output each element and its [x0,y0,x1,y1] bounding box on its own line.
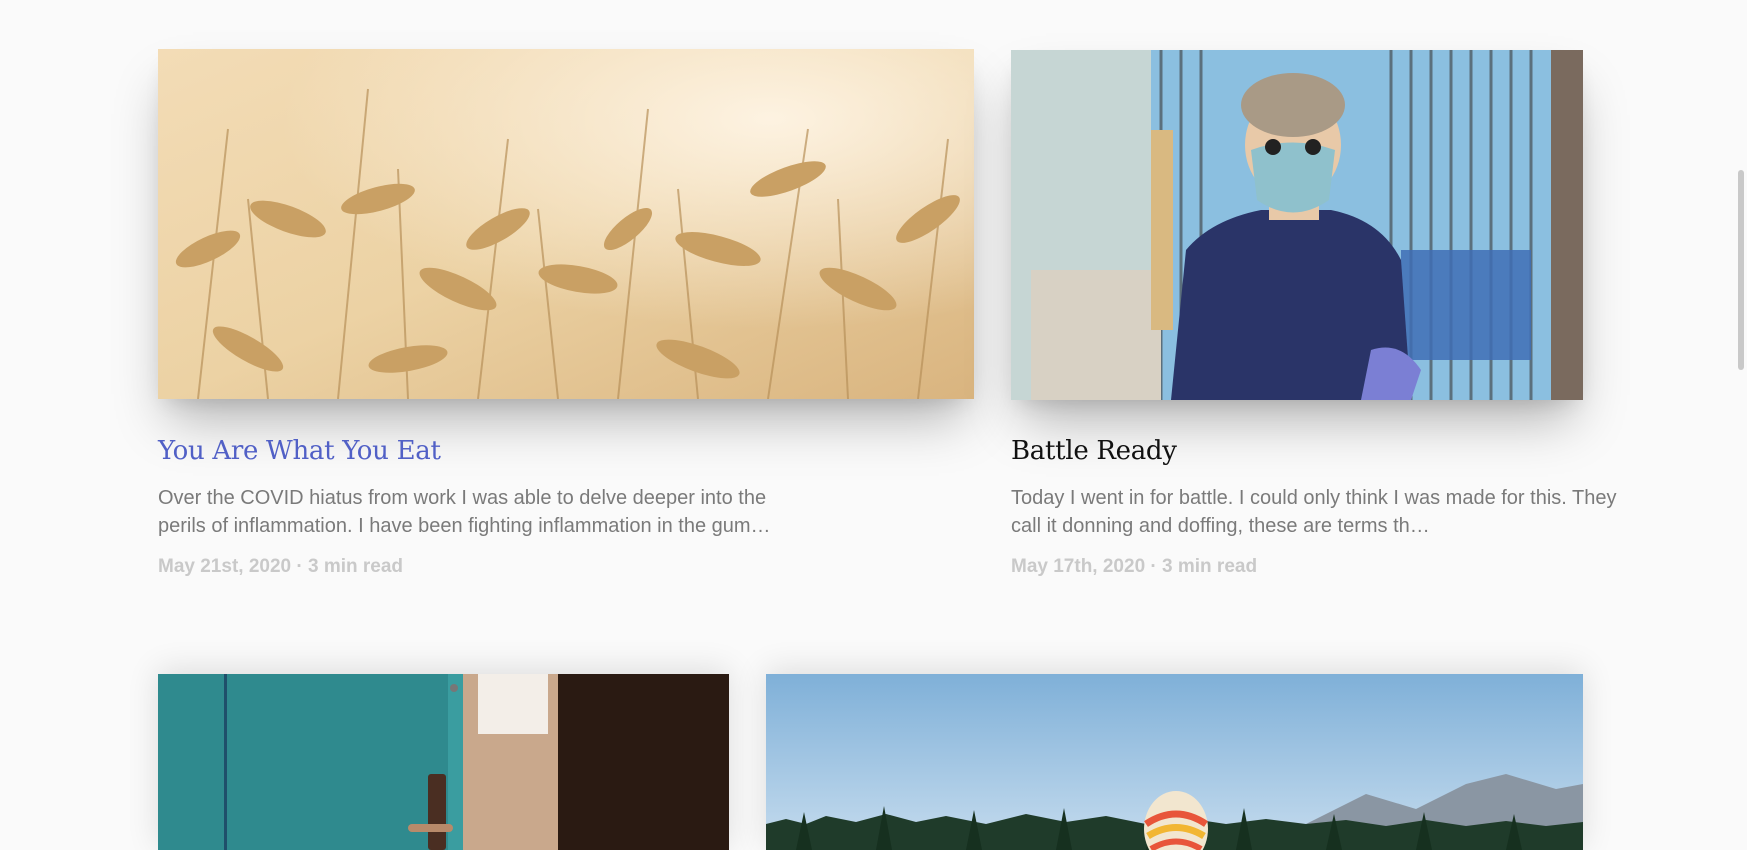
article-title[interactable]: Battle Ready [1011,436,1177,466]
meta-separator: · [1150,556,1157,577]
dental-clinician-in-ppe-photo [1011,50,1583,400]
article-meta: May 21st, 2020 · 3 min read [158,556,403,578]
article-read-time: 3 min read [307,556,404,577]
article-image-door[interactable] [158,674,729,850]
article-read-time: 3 min read [1162,556,1258,577]
article-excerpt: Over the COVID hiatus from work I was ab… [158,487,771,537]
scrollbar-thumb[interactable] [1738,170,1744,370]
teal-door-photo [158,674,729,850]
wheat-field-photo [158,49,974,399]
article-meta: May 17th, 2020 · 3 min read [1011,556,1257,578]
meta-separator: · [296,556,303,577]
article-date: May 17th, 2020 [1011,556,1146,577]
article-image-balloon[interactable] [766,674,1583,850]
article-image-wheat[interactable] [158,49,974,399]
article-date: May 21st, 2020 [158,556,292,577]
hot-air-balloon-landscape-photo [766,674,1583,850]
scrollbar[interactable] [1733,0,1747,850]
article-image-clinician[interactable] [1011,50,1583,400]
article-excerpt: Today I went in for battle. I could only… [1011,487,1617,537]
article-title[interactable]: You Are What You Eat [158,436,441,466]
